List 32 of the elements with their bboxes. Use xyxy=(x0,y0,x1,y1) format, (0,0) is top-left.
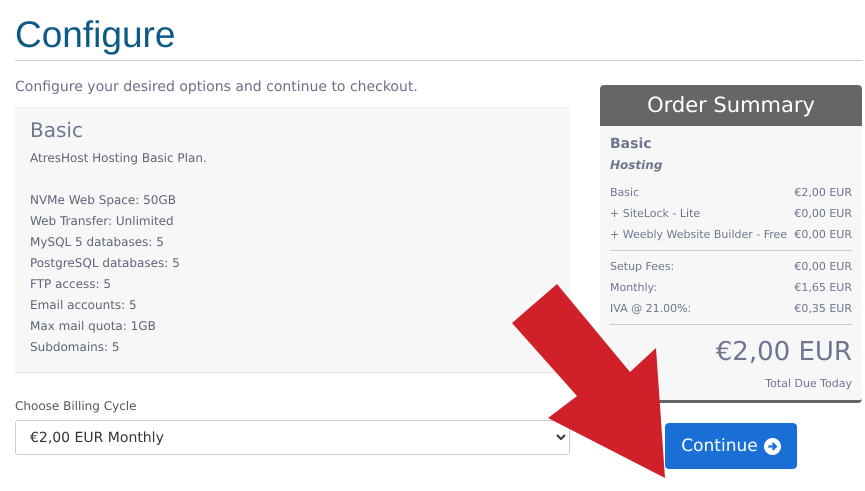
item-label: + Weebly Website Builder - Free xyxy=(610,227,788,243)
feature-text: NVMe Web Space: 50GB xyxy=(30,192,177,209)
feature-text: MySQL 5 databases: 5 xyxy=(30,234,165,251)
billing-label: Choose Billing Cycle xyxy=(15,399,138,413)
item-label: Basic xyxy=(610,185,640,201)
page-title: Configure xyxy=(15,13,176,56)
summary-group: Hosting xyxy=(610,158,852,172)
feature-text: PostgreSQL databases: 5 xyxy=(30,255,181,272)
total-amount: €2,00 EUR xyxy=(714,337,852,367)
fee-amount: €1,65 EUR xyxy=(794,280,852,296)
continue-button[interactable]: Continue xyxy=(665,423,797,469)
feature-text: FTP access: 5 xyxy=(30,276,112,293)
billing-select[interactable]: €2,00 EUR Monthly xyxy=(15,420,570,455)
item-amount: €0,00 EUR xyxy=(794,206,852,222)
fee-amount: €0,00 EUR xyxy=(794,259,852,275)
product-description: AtresHost Hosting Basic Plan. xyxy=(30,150,208,167)
fee-label: IVA @ 21.00%: xyxy=(610,301,692,317)
feature-text: Max mail quota: 1GB xyxy=(30,318,157,335)
product-name: Basic xyxy=(30,118,84,142)
total-label: Total Due Today xyxy=(764,377,852,390)
fee-label: Setup Fees: xyxy=(610,259,674,275)
summary-title: Order Summary xyxy=(600,85,862,126)
intro-text: Configure your desired options and continue to checkout. xyxy=(15,79,419,95)
fee-label: Monthly: xyxy=(610,280,657,296)
feature-text: Email accounts: 5 xyxy=(30,297,138,314)
summary-product: Basic xyxy=(610,136,653,152)
fee-amount: €0,35 EUR xyxy=(794,301,852,317)
item-amount: €2,00 EUR xyxy=(794,185,852,201)
feature-text: Web Transfer: Unlimited xyxy=(30,213,175,230)
feature-text: Subdomains: 5 xyxy=(30,339,121,356)
item-label: + SiteLock - Lite xyxy=(610,206,700,222)
item-amount: €0,00 EUR xyxy=(794,227,852,243)
